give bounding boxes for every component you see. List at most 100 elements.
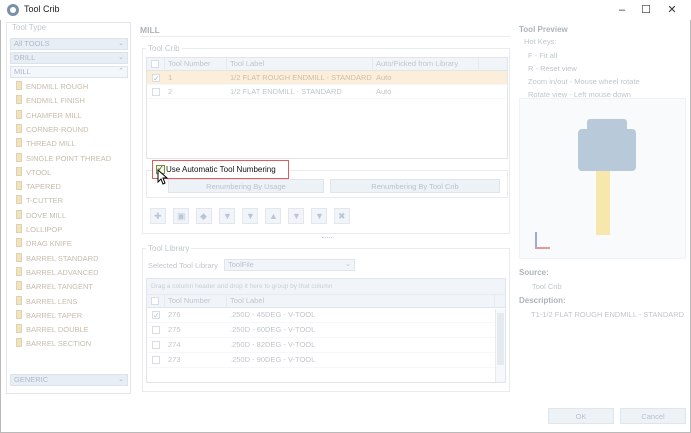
tool-type-label: BARREL TAPER (26, 310, 83, 320)
tool-type-item[interactable]: CHAMFER MILL (16, 109, 82, 122)
category-drill[interactable]: DRILL ⌄ (10, 52, 128, 64)
tool-type-item[interactable]: BARREL TAPER (16, 309, 82, 322)
close-icon[interactable]: ✕ (662, 2, 682, 18)
scrollbar-thumb[interactable] (497, 313, 504, 365)
chevron-down-icon: ⌄ (118, 40, 124, 47)
row-checkbox[interactable] (152, 309, 160, 323)
row-checkbox[interactable] (152, 356, 160, 364)
library-select[interactable]: ToolFile ⌄ (224, 259, 355, 271)
cell-number: 2 (168, 87, 173, 96)
vertical-splitter[interactable] (135, 22, 138, 394)
tool-type-item[interactable]: BARREL LENS (16, 295, 77, 308)
eraser-icon[interactable]: ◆ (196, 208, 212, 224)
tool-type-icon (16, 324, 22, 334)
tool-type-item[interactable]: CORNER-ROUND (16, 123, 89, 136)
tool-type-label: BARREL DOUBLE (26, 325, 89, 335)
library-rows: 276 .250D - 45DEG - V-TOOL 275 .250D - 60DE… (147, 308, 505, 368)
save-icon[interactable]: ▣ (173, 208, 189, 224)
tool-type-icon (16, 309, 22, 319)
tool-type-icon (16, 152, 22, 162)
cell-label: .250D - 45DEG - V-TOOL (230, 310, 316, 319)
tool-type-item[interactable]: DOVE MILL (16, 209, 66, 222)
tool-crib-grid: Tool Number Tool Label Auto/Picked from … (146, 57, 508, 159)
tool-type-item[interactable]: BARREL DOUBLE (16, 323, 89, 336)
cell-number: 275 (168, 325, 181, 334)
chevron-up-icon: ⌃ (118, 68, 124, 75)
tools-icon[interactable]: ✖ (334, 208, 350, 224)
tool-3d-preview[interactable] (519, 98, 686, 259)
filter-add-icon[interactable]: ▼ (242, 208, 258, 224)
tool-type-label: CHAMFER MILL (26, 110, 82, 120)
divider (140, 36, 510, 37)
cell-number: 276 (168, 310, 181, 319)
minimize-icon[interactable]: – (612, 2, 632, 18)
table-row[interactable]: 273 .250D - 90DEG - V-TOOL (147, 353, 505, 368)
category-generic[interactable]: GENERIC ⌄ (10, 374, 128, 386)
tool-type-label: T-CUTTER (26, 196, 64, 206)
table-row[interactable]: 2 1/2 FLAT ENDMILL - STANDARD Auto (147, 85, 507, 99)
move-up-icon[interactable]: ▲ (265, 208, 281, 224)
tool-library-legend: Tool Library (146, 244, 192, 253)
tool-type-item[interactable]: BARREL ADVANCED (16, 266, 99, 279)
category-mill[interactable]: MILL ⌃ (10, 66, 128, 78)
horizontal-splitter[interactable] (322, 237, 332, 239)
tool-type-item[interactable]: DRAG KNIFE (16, 237, 72, 250)
row-checkbox[interactable] (152, 341, 160, 349)
row-checkbox[interactable] (152, 88, 160, 96)
tool-type-item[interactable]: TAPERED (16, 180, 61, 193)
tool-type-item[interactable]: BARREL SECTION (16, 337, 91, 350)
table-row[interactable]: 274 .250D - 82DEG - V-TOOL (147, 338, 505, 353)
tool-type-label: DOVE MILL (26, 210, 67, 220)
renumber-by-crib-button[interactable]: Renumbering By Tool Crib (330, 179, 500, 193)
tool-type-label: TAPERED (26, 182, 61, 192)
ok-button[interactable]: OK (548, 408, 614, 424)
filter-icon[interactable]: ▼ (219, 208, 235, 224)
table-row[interactable]: 1 1/2 FLAT ROUGH ENDMILL - STANDARD Auto (147, 71, 507, 86)
col-auto-picked[interactable]: Auto/Picked from Library (373, 58, 479, 71)
col-tool-label[interactable]: Tool Label (227, 295, 495, 308)
app-icon (7, 4, 19, 16)
auto-numbering-label[interactable]: Use Automatic Tool Numbering (166, 165, 276, 174)
tool-type-item[interactable]: ENDMILL ROUGH (16, 80, 88, 93)
renumber-by-usage-button[interactable]: Renumbering By Usage (168, 179, 324, 193)
cancel-button[interactable]: Cancel (620, 408, 686, 424)
tool-type-item[interactable]: T-CUTTER (16, 194, 63, 207)
tool-type-item[interactable]: BARREL STANDARD (16, 252, 99, 265)
tool-type-item[interactable]: LOLLIPOP (16, 223, 62, 236)
tool-type-item[interactable]: ENDMILL FINISH (16, 94, 85, 107)
move-down-icon[interactable]: ▼ (288, 208, 304, 224)
mill-header: MILL (140, 25, 160, 35)
library-scrollbar[interactable] (495, 309, 505, 382)
cell-label: .250D - 60DEG - V-TOOL (230, 325, 316, 334)
hotkey-zoom: Zoom in/out - Mouse wheel rotate (528, 77, 640, 86)
tool-type-item[interactable]: VTOOL (16, 166, 51, 179)
tool-type-item[interactable]: BARREL TANGENT (16, 280, 93, 293)
tool-type-item[interactable]: THREAD MILL (16, 137, 76, 150)
cell-number: 274 (168, 340, 181, 349)
select-all-checkbox[interactable] (151, 60, 159, 68)
tool-type-item[interactable]: SINGLE POINT THREAD (16, 152, 111, 165)
select-all-checkbox[interactable] (151, 297, 159, 305)
col-tool-number[interactable]: Tool Number (165, 58, 227, 71)
chevron-down-icon: ⌄ (118, 54, 124, 61)
col-tool-label[interactable]: Tool Label (227, 58, 373, 71)
col-tool-number[interactable]: Tool Number (165, 295, 227, 308)
tool-holder-top (587, 119, 627, 131)
chevron-down-icon: ⌄ (118, 376, 124, 383)
row-checkbox[interactable] (152, 326, 160, 334)
tool-type-icon (16, 181, 22, 191)
tool-type-icon (16, 195, 22, 205)
tool-type-icon (16, 138, 22, 148)
category-all-tools[interactable]: All TOOLS ⌄ (10, 38, 128, 50)
tool-type-label: SINGLE POINT THREAD (26, 153, 112, 163)
filter-remove-icon[interactable]: ▼ (311, 208, 327, 224)
maximize-icon[interactable]: ☐ (636, 2, 656, 18)
tool-type-icon (16, 224, 22, 233)
row-checkbox[interactable] (152, 72, 160, 86)
cell-label: .250D - 90DEG - V-TOOL (230, 355, 316, 364)
add-tool-icon[interactable]: ✚ (150, 208, 166, 224)
table-row[interactable]: 276 .250D - 45DEG - V-TOOL (147, 308, 505, 323)
selected-library-label: Selected Tool Library (148, 261, 218, 270)
tool-type-icon (16, 209, 22, 219)
table-row[interactable]: 275 .250D - 60DEG - V-TOOL (147, 323, 505, 338)
